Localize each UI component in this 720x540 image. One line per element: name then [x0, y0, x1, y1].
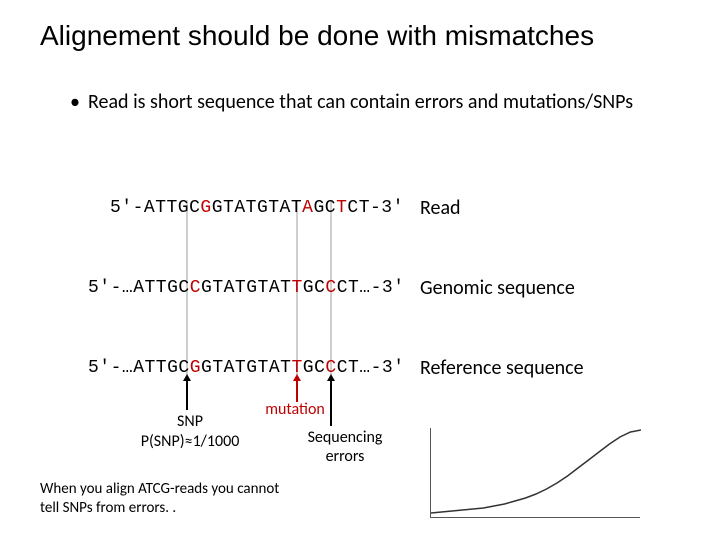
seq-read-m3: T [336, 198, 347, 218]
label-snp: SNP [150, 412, 230, 431]
mini-chart [430, 428, 640, 518]
footnote: When you align ATCG-reads you cannot tel… [40, 480, 300, 518]
sequence-read: 5'-ATTGCGGTATGTATAGCTCT-3' [110, 198, 404, 218]
label-read: Read [420, 196, 461, 220]
seq-gen-m2: T [291, 278, 302, 298]
seq-read-m2: A [302, 198, 313, 218]
seq-read-pre: 5'-ATTGC [110, 198, 200, 218]
seq-ref-post2: CT…-3' [337, 358, 405, 378]
label-snp-text: SNP [177, 412, 203, 431]
seq-read-post2: CT-3' [347, 198, 404, 218]
seq-ref-m1: G [190, 358, 201, 378]
label-seqerr-l1: Sequencing [308, 428, 383, 447]
arrow-mutation [296, 380, 298, 402]
label-seqerr-l2: errors [326, 447, 365, 466]
seq-ref-pre: 5'-…ATTGC [88, 358, 190, 378]
label-snp-prob: P(SNP)≈1/1000 [120, 432, 260, 451]
seq-ref-mid: GTATGTAT [201, 358, 291, 378]
label-mutation: mutation [240, 400, 350, 419]
seq-ref-post1: GC [303, 358, 326, 378]
arrow-snp [186, 380, 188, 410]
seq-gen-m1: C [190, 278, 201, 298]
seq-read-m1: G [200, 198, 211, 218]
label-genomic: Genomic sequence [420, 276, 575, 300]
seq-gen-pre: 5'-…ATTGC [88, 278, 190, 298]
seq-read-post1: GC [313, 198, 336, 218]
sequence-genomic: 5'-…ATTGCCGTATGTATTGCCCT…-3' [88, 278, 405, 298]
bullet-dot: • [70, 88, 88, 116]
bullet-text: Read is short sequence that can contain … [88, 90, 633, 114]
seq-gen-m3: C [325, 278, 336, 298]
seq-gen-post2: CT…-3' [337, 278, 405, 298]
slide-title: Alignement should be done with mismatche… [40, 20, 680, 52]
chart-svg [431, 428, 641, 518]
bullet-line: •Read is short sequence that can contain… [70, 88, 670, 116]
seq-gen-post1: GC [303, 278, 326, 298]
seq-gen-mid: GTATGTAT [201, 278, 291, 298]
sequence-reference: 5'-…ATTGCGGTATGTATTGCCCT…-3' [88, 358, 405, 378]
seq-read-mid: GTATGTAT [212, 198, 302, 218]
label-seqerr: Sequencing errors [290, 428, 400, 466]
label-reference: Reference sequence [420, 356, 584, 380]
